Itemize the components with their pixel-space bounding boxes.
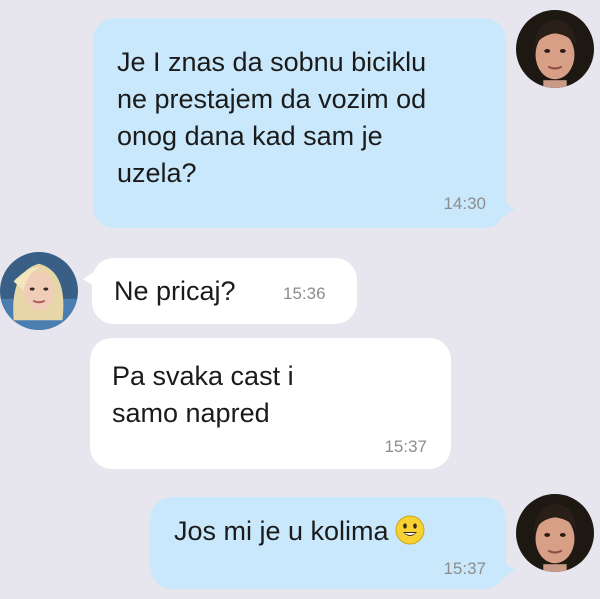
message-text: Je I znas da sobnu biciklu ne prestajem … xyxy=(117,47,427,188)
message-text: Pa svaka cast i samo napred xyxy=(112,361,294,428)
receiver-avatar[interactable] xyxy=(0,252,78,330)
message-bubble-outgoing[interactable]: Je I znas da sobnu biciklu ne prestajem … xyxy=(93,18,515,228)
message-text: Jos mi je u kolima xyxy=(174,513,425,550)
message-timestamp: 14:30 xyxy=(443,194,486,213)
message-bubble-outgoing[interactable]: Jos mi je u kolima 15:37 xyxy=(150,497,515,589)
sender-avatar[interactable] xyxy=(516,494,594,572)
woman-blonde-hair-avatar-icon xyxy=(0,252,78,330)
message-timestamp: 15:37 xyxy=(443,559,486,578)
message-timestamp: 15:36 xyxy=(283,284,326,303)
smiling-face-emoji-icon xyxy=(395,515,425,545)
message-text-content: Jos mi je u kolima xyxy=(174,516,389,546)
message-bubble-incoming[interactable]: Ne pricaj? 15:36 xyxy=(83,258,357,324)
message-timestamp: 15:37 xyxy=(384,437,427,456)
message-bubble-incoming[interactable]: Pa svaka cast i samo napred 15:37 xyxy=(90,338,451,469)
woman-dark-hair-avatar-icon xyxy=(516,10,594,88)
sender-avatar[interactable] xyxy=(516,10,594,88)
message-text: Ne pricaj? xyxy=(114,276,236,306)
woman-dark-hair-avatar-icon xyxy=(516,494,594,572)
